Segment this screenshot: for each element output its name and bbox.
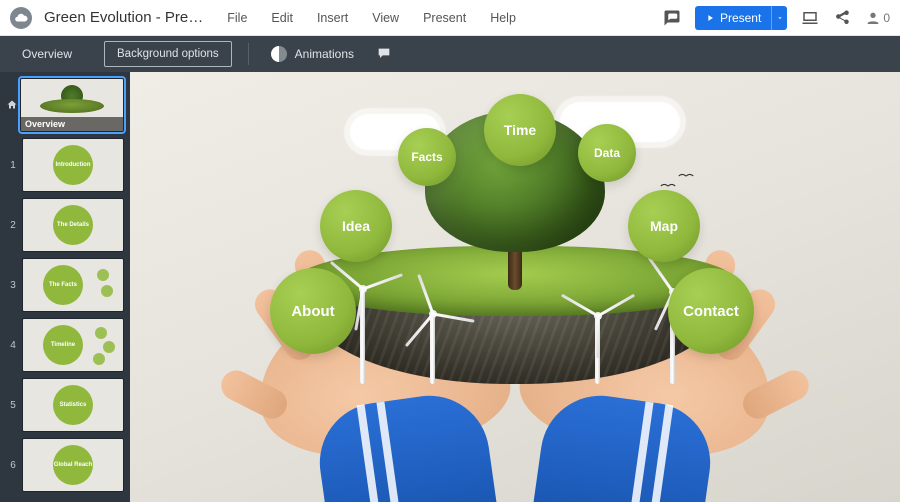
slide-row-4[interactable]: 4 Timeline: [6, 318, 124, 372]
wind-turbine: [430, 314, 435, 384]
menu-present[interactable]: Present: [423, 11, 466, 25]
home-icon: [6, 99, 18, 111]
secondary-toolbar: Overview Background options Animations: [0, 36, 900, 72]
overview-slide-row[interactable]: Overview: [6, 78, 124, 132]
topic-bubble-map[interactable]: Map: [628, 190, 700, 262]
tab-overview[interactable]: Overview: [0, 36, 94, 72]
comments-icon[interactable]: [663, 9, 681, 27]
menu-insert[interactable]: Insert: [317, 11, 348, 25]
slide-thumbnail[interactable]: The Details: [22, 198, 124, 252]
slide-row-5[interactable]: 5 Statistics: [6, 378, 124, 432]
collaborators[interactable]: 0: [865, 10, 890, 26]
animations-button[interactable]: Animations: [265, 46, 360, 62]
topic-bubble-facts[interactable]: Facts: [398, 128, 456, 186]
slide-number: 4: [6, 340, 20, 351]
play-icon: [705, 13, 715, 23]
chevron-down-icon: [776, 14, 784, 22]
menu-file[interactable]: File: [227, 11, 247, 25]
header-actions: Present 0: [663, 6, 890, 30]
wind-turbine: [595, 316, 600, 384]
topic-bubble-data[interactable]: Data: [578, 124, 636, 182]
overview-thumbnail[interactable]: Overview: [20, 78, 124, 132]
menu-help[interactable]: Help: [490, 11, 516, 25]
topic-bubble-idea[interactable]: Idea: [320, 190, 392, 262]
topic-bubble-about[interactable]: About: [270, 268, 356, 354]
animations-icon: [271, 46, 287, 62]
overview-thumbnail-label: Overview: [21, 117, 123, 131]
present-button[interactable]: Present: [695, 6, 787, 30]
wind-turbine: [360, 289, 365, 384]
slide-thumbnail[interactable]: Statistics: [22, 378, 124, 432]
presenter-notes-button[interactable]: [370, 46, 398, 62]
present-dropdown[interactable]: [771, 6, 787, 30]
topic-bubble-time[interactable]: Time: [484, 94, 556, 166]
document-title[interactable]: Green Evolution - Pre…: [44, 9, 203, 26]
animations-label: Animations: [295, 47, 354, 61]
background-options-button[interactable]: Background options: [104, 41, 232, 67]
slide-thumbnail[interactable]: Introduction: [22, 138, 124, 192]
person-icon: [865, 10, 881, 26]
menu-bar: File Edit Insert View Present Help: [227, 11, 516, 25]
slide-sidebar: Overview 1 Introduction 2 The Details 3 …: [0, 72, 130, 502]
remote-present-icon[interactable]: [801, 9, 819, 27]
slide-thumbnail[interactable]: Timeline: [22, 318, 124, 372]
present-button-label: Present: [720, 11, 761, 25]
main-area: Overview 1 Introduction 2 The Details 3 …: [0, 72, 900, 502]
slide-number: 3: [6, 280, 20, 291]
editor-canvas[interactable]: About Idea Facts Time Data Map Contact: [130, 72, 900, 502]
speech-bubble-icon: [376, 46, 392, 62]
slide-row-3[interactable]: 3 The Facts: [6, 258, 124, 312]
toolbar-separator: [248, 43, 249, 65]
app-logo-icon[interactable]: [10, 7, 32, 29]
slide-thumbnail[interactable]: The Facts: [22, 258, 124, 312]
slide-number: 6: [6, 460, 20, 471]
slide-number: 1: [6, 160, 20, 171]
menu-view[interactable]: View: [372, 11, 399, 25]
bird-decoration: [660, 177, 676, 187]
slide-thumbnail[interactable]: Global Reach: [22, 438, 124, 492]
bird-decoration: [678, 167, 694, 177]
slide-row-2[interactable]: 2 The Details: [6, 198, 124, 252]
share-icon[interactable]: [833, 9, 851, 27]
slide-number: 5: [6, 400, 20, 411]
menu-edit[interactable]: Edit: [271, 11, 293, 25]
collaborators-count: 0: [883, 11, 890, 25]
topic-bubble-contact[interactable]: Contact: [668, 268, 754, 354]
app-header: Green Evolution - Pre… File Edit Insert …: [0, 0, 900, 36]
slide-row-1[interactable]: 1 Introduction: [6, 138, 124, 192]
slide-number: 2: [6, 220, 20, 231]
slide-row-6[interactable]: 6 Global Reach: [6, 438, 124, 492]
